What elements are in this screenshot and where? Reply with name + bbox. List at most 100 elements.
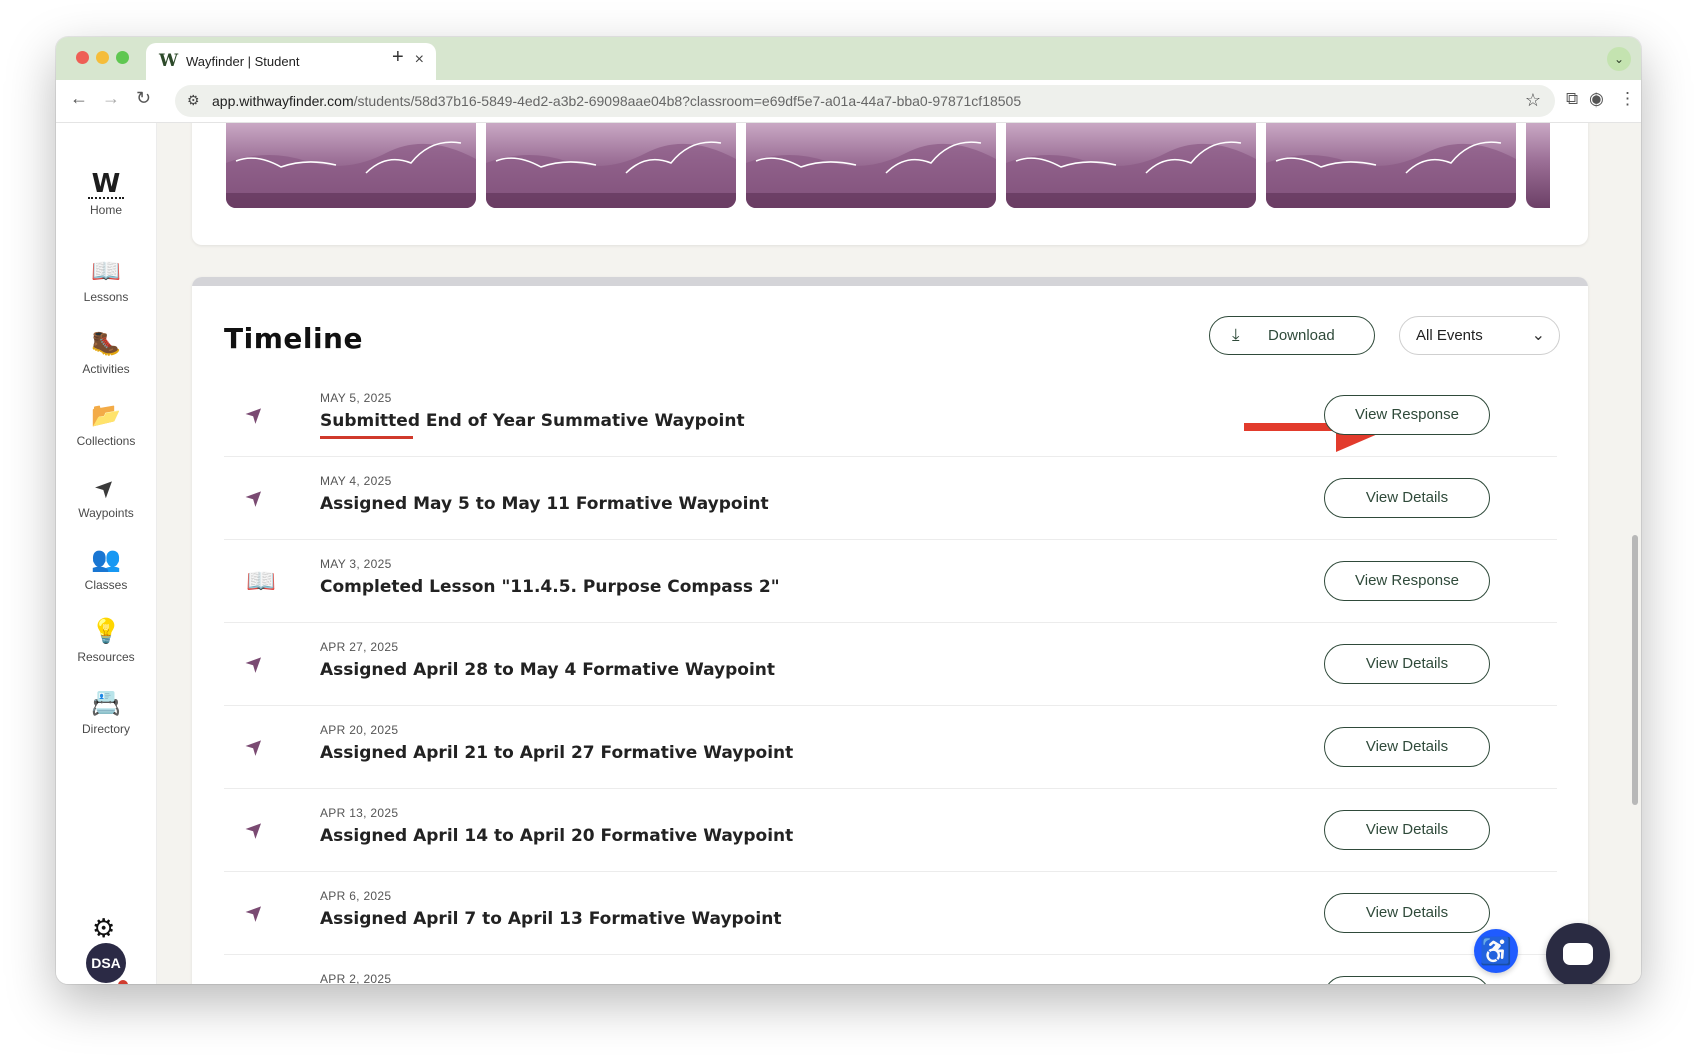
view-details-button[interactable] bbox=[1324, 976, 1490, 984]
lesson-images-card bbox=[192, 123, 1588, 245]
sidebar-item-lessons[interactable]: 📖 Lessons bbox=[56, 258, 156, 304]
event-filter-select[interactable]: All Events ⌄ bbox=[1399, 316, 1560, 355]
lesson-thumbnail[interactable] bbox=[746, 123, 996, 208]
view-response-button[interactable]: View Response bbox=[1324, 561, 1490, 601]
url-text[interactable]: app.withwayfinder.com/students/58d37b16-… bbox=[212, 93, 1021, 109]
browser-toolbar: ← → ↻ ⚙ app.withwayfinder.com/students/5… bbox=[56, 80, 1641, 123]
new-tab-button[interactable]: + bbox=[392, 46, 404, 69]
view-response-button[interactable]: View Response bbox=[1324, 395, 1490, 435]
view-details-button[interactable]: View Details bbox=[1324, 893, 1490, 933]
book-icon: 📖 bbox=[91, 258, 121, 285]
event-description: Assigned April 21 to April 27 Formative … bbox=[320, 743, 794, 763]
avatar[interactable]: DSA bbox=[86, 943, 126, 983]
card-header-stripe bbox=[192, 277, 1588, 286]
timeline-row: ➤ APR 13, 2025 Assigned April 14 to Apri… bbox=[224, 788, 1557, 872]
navigation-arrow-icon: ➤ bbox=[239, 398, 271, 430]
mountains-cloud-illustration bbox=[1006, 141, 1256, 208]
reload-icon[interactable]: ↻ bbox=[136, 88, 151, 109]
page-scrollbar[interactable] bbox=[1632, 535, 1638, 805]
sidebar-item-label: Lessons bbox=[83, 290, 129, 304]
sidebar-item-label: Directory bbox=[81, 722, 130, 736]
sidebar-item-resources[interactable]: 💡 Resources bbox=[56, 618, 156, 664]
chat-button[interactable] bbox=[1546, 923, 1610, 984]
mountains-cloud-illustration bbox=[746, 141, 996, 208]
timeline-row: ➤ MAY 4, 2025 Assigned May 5 to May 11 F… bbox=[224, 456, 1557, 540]
navigation-arrow-icon: ➤ bbox=[239, 481, 271, 513]
forward-icon[interactable]: → bbox=[102, 88, 120, 109]
hiker-icon: 🥾 bbox=[91, 330, 121, 357]
sidebar-item-label: Activities bbox=[82, 362, 130, 376]
event-filter-value: All Events bbox=[1416, 327, 1483, 344]
sidebar-item-collections[interactable]: 📂 Collections bbox=[56, 402, 156, 448]
tab-bar: W Wayfinder | Student × + ⌄ bbox=[56, 37, 1641, 80]
lesson-thumbnail[interactable] bbox=[226, 123, 476, 208]
view-details-button[interactable]: View Details bbox=[1324, 810, 1490, 850]
profile-icon[interactable]: ◉ bbox=[1589, 89, 1604, 109]
navigation-arrow-icon: ➤ bbox=[239, 813, 271, 845]
people-icon: 👥 bbox=[91, 546, 121, 573]
minimize-window-button[interactable] bbox=[96, 51, 109, 64]
sidebar-item-label: Collections bbox=[76, 434, 136, 448]
chevron-down-icon: ⌄ bbox=[1531, 327, 1545, 344]
chat-bubble-icon bbox=[1563, 943, 1593, 965]
wayfinder-favicon-icon: W bbox=[159, 51, 179, 71]
timeline-row: 📖 MAY 3, 2025 Completed Lesson "11.4.5. … bbox=[224, 539, 1557, 623]
lesson-thumbnail[interactable] bbox=[1006, 123, 1256, 208]
view-details-button[interactable]: View Details bbox=[1324, 727, 1490, 767]
folder-icon: 📂 bbox=[91, 402, 121, 429]
notification-dot bbox=[116, 978, 130, 984]
event-date: APR 20, 2025 bbox=[320, 723, 399, 737]
view-details-button[interactable]: View Details bbox=[1324, 478, 1490, 518]
tab-title: Wayfinder | Student bbox=[186, 54, 300, 69]
contact-card-icon: 📇 bbox=[91, 690, 121, 717]
address-bar[interactable]: ⚙ app.withwayfinder.com/students/58d37b1… bbox=[175, 85, 1555, 117]
event-date: MAY 3, 2025 bbox=[320, 557, 392, 571]
close-tab-icon[interactable]: × bbox=[415, 51, 424, 69]
back-icon[interactable]: ← bbox=[70, 88, 88, 109]
lesson-thumbnail[interactable] bbox=[1526, 123, 1550, 208]
bookmark-star-icon[interactable]: ☆ bbox=[1525, 90, 1541, 111]
event-date: MAY 4, 2025 bbox=[320, 474, 392, 488]
sidebar-item-classes[interactable]: 👥 Classes bbox=[56, 546, 156, 592]
open-book-icon: 📖 bbox=[246, 568, 276, 595]
event-description: Assigned April 28 to May 4 Formative Way… bbox=[320, 660, 776, 680]
page-content: W Home 📖 Lessons 🥾 Activities 📂 Collecti… bbox=[56, 123, 1641, 984]
wayfinder-logo-icon: W bbox=[91, 169, 121, 199]
timeline-row: ➤ APR 6, 2025 Assigned April 7 to April … bbox=[224, 871, 1557, 955]
view-details-button[interactable]: View Details bbox=[1324, 644, 1490, 684]
event-date: MAY 5, 2025 bbox=[320, 391, 392, 405]
download-button[interactable]: ⤓ Download bbox=[1209, 316, 1375, 355]
extensions-icon[interactable]: ⧉ bbox=[1566, 89, 1578, 109]
event-date: APR 2, 2025 bbox=[320, 972, 392, 984]
mountains-cloud-illustration bbox=[486, 141, 736, 208]
sidebar-item-home[interactable]: W Home bbox=[56, 171, 156, 217]
navigation-arrow-icon: ➤ bbox=[239, 896, 271, 928]
sidebar: W Home 📖 Lessons 🥾 Activities 📂 Collecti… bbox=[56, 123, 157, 984]
browser-menu-icon[interactable]: ⋮ bbox=[1619, 89, 1636, 109]
timeline-row: ➤ APR 20, 2025 Assigned April 21 to Apri… bbox=[224, 705, 1557, 789]
event-description: Completed Lesson "11.4.5. Purpose Compas… bbox=[320, 577, 780, 597]
url-path: /students/58d37b16-5849-4ed2-a3b2-69098a… bbox=[353, 93, 1022, 109]
lesson-thumbnail[interactable] bbox=[1266, 123, 1516, 208]
sidebar-item-waypoints[interactable]: ➤ Waypoints bbox=[56, 471, 156, 520]
site-info-icon[interactable]: ⚙ bbox=[187, 92, 200, 109]
close-window-button[interactable] bbox=[76, 51, 89, 64]
accessibility-icon[interactable]: ♿ bbox=[1474, 929, 1518, 973]
event-description: Assigned April 14 to April 20 Formative … bbox=[320, 826, 794, 846]
red-underline-annotation bbox=[320, 436, 413, 439]
sidebar-item-directory[interactable]: 📇 Directory bbox=[56, 690, 156, 736]
sidebar-item-activities[interactable]: 🥾 Activities bbox=[56, 330, 156, 376]
timeline-row: ➤ MAY 5, 2025 Submitted End of Year Summ… bbox=[224, 373, 1557, 457]
maximize-window-button[interactable] bbox=[116, 51, 129, 64]
timeline-row: APR 2, 2025 bbox=[224, 954, 1557, 984]
navigation-arrow-icon: ➤ bbox=[239, 647, 271, 679]
tab-search-button[interactable]: ⌄ bbox=[1607, 47, 1631, 71]
event-date: APR 27, 2025 bbox=[320, 640, 399, 654]
timeline-row: ➤ APR 27, 2025 Assigned April 28 to May … bbox=[224, 622, 1557, 706]
settings-gear-icon[interactable]: ⚙ bbox=[92, 913, 115, 944]
sidebar-item-label: Classes bbox=[84, 578, 128, 592]
sidebar-item-label: Resources bbox=[77, 650, 135, 664]
lightbulb-icon: 💡 bbox=[91, 618, 121, 645]
lesson-thumbnail[interactable] bbox=[486, 123, 736, 208]
url-host: app.withwayfinder.com bbox=[212, 93, 354, 109]
